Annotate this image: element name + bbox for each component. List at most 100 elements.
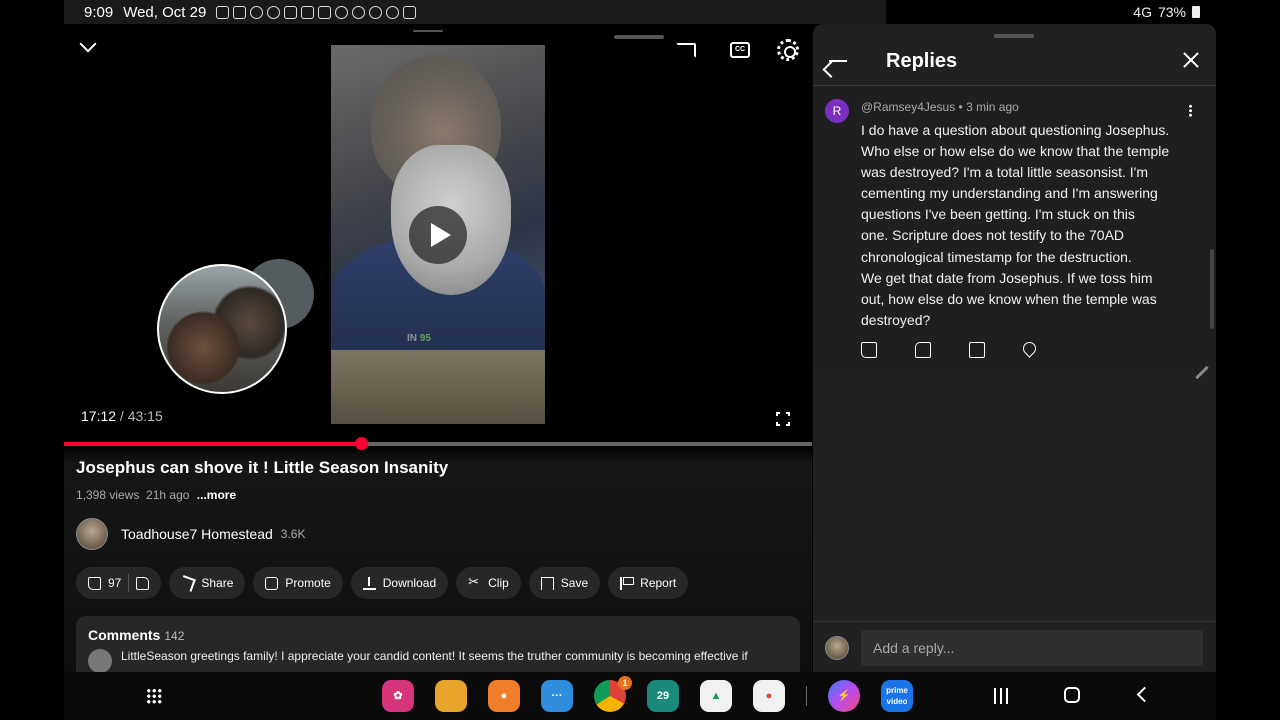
back-arrow-icon[interactable] bbox=[829, 60, 847, 62]
comments-heading: Comments 142 bbox=[88, 627, 185, 643]
share-icon bbox=[179, 574, 197, 592]
captions-icon[interactable]: CC bbox=[730, 42, 750, 58]
drive-app-icon[interactable]: ▲ bbox=[700, 680, 732, 712]
calendar-notification-icon bbox=[216, 5, 230, 19]
notification-icons bbox=[216, 5, 417, 19]
chevron-down-icon[interactable] bbox=[79, 35, 97, 53]
bookmark-icon bbox=[540, 576, 554, 590]
video-pane: IN 95 CC 17:12 / 43:15 Josephus can shov… bbox=[64, 24, 812, 672]
clip-button[interactable]: Clip bbox=[456, 567, 521, 599]
pencil-icon[interactable] bbox=[1195, 365, 1209, 380]
thumbs-down-icon[interactable] bbox=[136, 576, 150, 590]
prime-video-app-icon[interactable]: prime video bbox=[881, 680, 913, 712]
video-meta: 1,398 views 21h ago ...more bbox=[76, 488, 236, 502]
share-button[interactable]: Share bbox=[169, 567, 246, 599]
commenter-avatar bbox=[88, 649, 112, 672]
kebab-menu-icon[interactable] bbox=[1189, 104, 1192, 117]
contacts-app-icon[interactable]: ● bbox=[488, 680, 520, 712]
maps-app-icon[interactable]: ● bbox=[753, 680, 785, 712]
status-date: Wed, Oct 29 bbox=[123, 3, 207, 21]
status-time: 9:09 bbox=[84, 3, 114, 21]
chrome-app-icon[interactable]: 1 bbox=[594, 676, 632, 712]
divider bbox=[128, 574, 130, 592]
promote-icon bbox=[265, 576, 279, 590]
reply-bar bbox=[813, 621, 1216, 672]
status-bar: 9:09 Wed, Oct 29 bbox=[64, 0, 886, 24]
video-player[interactable]: IN 95 CC 17:12 / 43:15 bbox=[64, 24, 812, 444]
pip-camera-bubble[interactable] bbox=[157, 264, 287, 394]
comment-count: 142 bbox=[164, 629, 185, 643]
battery-icon bbox=[1192, 6, 1200, 18]
progress-fill bbox=[64, 442, 361, 446]
video-title: Josephus can shove it ! Little Season In… bbox=[76, 458, 449, 477]
comment-actions bbox=[861, 339, 1039, 358]
comment-author[interactable]: @Ramsey4Jesus bbox=[861, 100, 955, 114]
app-dock: ✿ ● ··· 1 29 ▲ ● ⚡ prime video bbox=[382, 676, 913, 712]
current-time: 17:12 bbox=[81, 408, 117, 424]
comment-preview[interactable]: LittleSeason greetings family! I appreci… bbox=[88, 649, 788, 672]
reply-icon[interactable] bbox=[969, 342, 985, 358]
download-button[interactable]: Download bbox=[350, 567, 449, 599]
close-icon[interactable] bbox=[1183, 52, 1199, 68]
tools-notification-icon bbox=[233, 5, 247, 19]
progress-scrubber[interactable] bbox=[354, 437, 368, 450]
video-watermark: IN 95 bbox=[407, 333, 431, 344]
subscriber-count: 3.6K bbox=[280, 527, 306, 541]
panel-drag-handle[interactable] bbox=[614, 35, 664, 39]
figure-scroll bbox=[331, 350, 545, 424]
download-icon bbox=[362, 576, 376, 590]
player-drag-handle[interactable] bbox=[413, 30, 443, 32]
app-notification-icon bbox=[386, 5, 400, 19]
battery-percent: 73% bbox=[1157, 4, 1186, 20]
messages-app-icon[interactable]: ··· bbox=[541, 680, 573, 712]
heart-icon[interactable] bbox=[1020, 339, 1039, 358]
calendar-app-icon[interactable]: 29 bbox=[647, 680, 679, 712]
thumbs-up-icon[interactable] bbox=[88, 576, 101, 590]
location-notification-icon bbox=[267, 5, 281, 19]
gear-icon[interactable] bbox=[777, 39, 799, 61]
more-link[interactable]: ...more bbox=[197, 488, 236, 502]
comment-preview-text: LittleSeason greetings family! I appreci… bbox=[121, 649, 748, 663]
comment-author-avatar[interactable]: R bbox=[825, 99, 849, 123]
scissors-icon bbox=[468, 574, 481, 590]
target-notification-icon bbox=[250, 5, 264, 19]
replies-header: Replies bbox=[813, 40, 1216, 84]
replies-drag-handle[interactable] bbox=[994, 34, 1034, 38]
reply-input[interactable] bbox=[861, 630, 1203, 666]
save-button[interactable]: Save bbox=[528, 567, 601, 599]
like-count[interactable]: 97 bbox=[108, 576, 121, 590]
channel-avatar[interactable] bbox=[76, 518, 108, 550]
back-icon[interactable] bbox=[1136, 686, 1153, 703]
scan-notification-icon bbox=[284, 5, 298, 19]
app-notification-icon bbox=[369, 5, 383, 19]
thumbs-up-icon[interactable] bbox=[861, 342, 877, 358]
flower-app-icon[interactable]: ✿ bbox=[382, 680, 414, 712]
channel-name[interactable]: Toadhouse7 Homestead bbox=[121, 526, 273, 542]
play-button[interactable] bbox=[409, 206, 467, 264]
replies-title: Replies bbox=[886, 50, 958, 72]
recents-icon[interactable] bbox=[994, 688, 1010, 704]
cast-icon[interactable] bbox=[676, 43, 696, 58]
messenger-app-icon[interactable]: ⚡ bbox=[828, 680, 860, 712]
dock-divider bbox=[806, 686, 807, 706]
view-count: 1,398 views bbox=[76, 488, 140, 502]
report-button[interactable]: Report bbox=[608, 567, 689, 599]
check-notification-icon bbox=[403, 5, 417, 19]
channel-row[interactable]: Toadhouse7 Homestead 3.6K bbox=[76, 518, 305, 550]
promote-button[interactable]: Promote bbox=[253, 567, 343, 599]
scrollbar[interactable] bbox=[1210, 249, 1214, 329]
folder-app-icon[interactable] bbox=[435, 680, 467, 712]
chrome-badge: 1 bbox=[618, 676, 632, 690]
focus-notification-icon bbox=[301, 5, 315, 19]
action-bar: 97 Share Promote Download Clip Save Repo… bbox=[76, 567, 689, 599]
comment-meta: @Ramsey4Jesus • 3 min ago bbox=[861, 100, 1019, 114]
video-progress-bar[interactable] bbox=[64, 437, 812, 450]
fullscreen-icon[interactable] bbox=[775, 411, 791, 427]
app-notification-icon bbox=[352, 5, 366, 19]
app-drawer-icon[interactable] bbox=[146, 688, 162, 704]
home-icon[interactable] bbox=[1064, 687, 1080, 703]
thumbs-down-icon[interactable] bbox=[915, 342, 931, 358]
comments-section[interactable]: Comments 142 LittleSeason greetings famil… bbox=[76, 616, 800, 672]
gallery-notification-icon bbox=[318, 5, 332, 19]
flag-icon bbox=[620, 576, 635, 590]
